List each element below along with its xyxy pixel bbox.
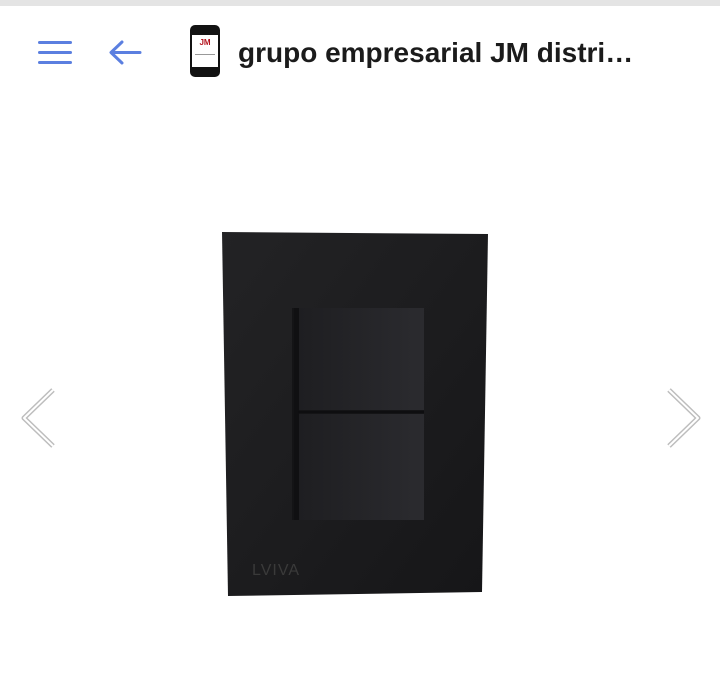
hamburger-menu-icon xyxy=(38,41,72,64)
lower-rocker-switch xyxy=(298,414,424,520)
chevron-right-icon xyxy=(667,388,701,448)
next-image-button[interactable] xyxy=(660,386,706,450)
chevron-left-icon xyxy=(21,388,55,448)
logo-rule xyxy=(195,54,215,55)
store-logo[interactable]: JM xyxy=(190,25,220,77)
back-button[interactable] xyxy=(104,36,148,70)
logo-text: JM xyxy=(199,38,211,47)
previous-image-button[interactable] xyxy=(16,386,62,450)
product-image-gallery[interactable]: LVIVA xyxy=(0,172,720,700)
logo-badge: JM xyxy=(192,35,218,67)
product-image xyxy=(222,232,488,596)
app-header: JM grupo empresarial JM distri… xyxy=(0,6,720,98)
arrow-left-icon xyxy=(109,40,142,65)
menu-button[interactable] xyxy=(34,36,78,70)
product-brand-mark: LVIVA xyxy=(252,562,300,580)
upper-rocker-switch xyxy=(298,308,424,410)
store-title: grupo empresarial JM distri… xyxy=(238,37,634,68)
rocker-left-edge xyxy=(294,308,299,520)
product-brand-text: LVIVA xyxy=(252,562,300,579)
